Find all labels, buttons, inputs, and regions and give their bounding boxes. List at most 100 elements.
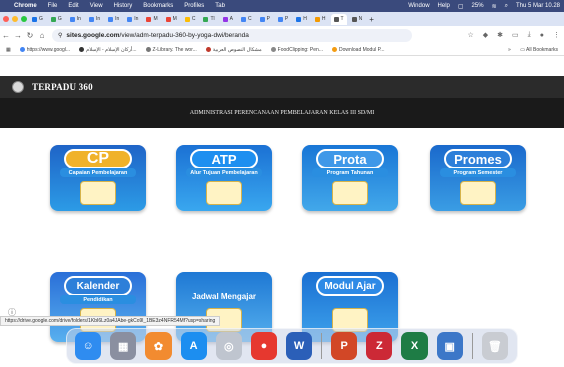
tab-favicon-icon bbox=[184, 16, 190, 22]
site-info-icon[interactable]: ⚲ bbox=[58, 32, 62, 39]
reload-icon[interactable]: ↻ bbox=[24, 31, 36, 40]
card-prota[interactable]: Prota Program Tahunan bbox=[302, 145, 398, 211]
site-banner: ADMINISTRASI PERENCANAAN PEMBELAJARAN KE… bbox=[0, 98, 564, 128]
browser-tab[interactable]: A bbox=[220, 14, 236, 25]
menu-window[interactable]: Window bbox=[408, 3, 429, 9]
bookmark-star-icon[interactable]: ☆ bbox=[467, 31, 473, 39]
menu-bookmarks[interactable]: Bookmarks bbox=[143, 3, 173, 9]
browser-tab[interactable]: G bbox=[48, 14, 65, 25]
back-icon[interactable]: ← bbox=[0, 31, 12, 40]
all-bookmarks-link[interactable]: All Bookmarks bbox=[526, 47, 558, 53]
browser-tab[interactable]: Tl bbox=[200, 14, 217, 25]
excel-icon[interactable]: X bbox=[401, 332, 428, 360]
bookmark-label: https://www.googl... bbox=[26, 46, 71, 53]
safari-icon[interactable]: ◎ bbox=[215, 332, 242, 360]
browser-tab[interactable]: In bbox=[124, 14, 141, 25]
tab-label: In bbox=[134, 16, 139, 22]
tab-label: P bbox=[284, 16, 289, 22]
tab-label: C bbox=[247, 16, 252, 22]
google-favicon-icon bbox=[19, 47, 25, 52]
menu-history[interactable]: History bbox=[114, 3, 133, 9]
bookmark-item[interactable]: FoodClipping: Pen... bbox=[270, 47, 323, 53]
finder-icon[interactable]: ☺ bbox=[75, 332, 102, 360]
browser-tab[interactable]: In bbox=[86, 14, 103, 25]
chrome-icon[interactable]: ● bbox=[250, 332, 278, 360]
bookmark-favicon-icon bbox=[79, 47, 85, 52]
browser-tab[interactable]: G bbox=[29, 14, 46, 25]
menu-tab[interactable]: Tab bbox=[215, 3, 225, 9]
menu-help[interactable]: Help bbox=[438, 3, 450, 9]
menu-view[interactable]: View bbox=[90, 3, 103, 9]
more-menu-icon[interactable]: ⋮ bbox=[553, 31, 560, 39]
card-cp-title: CP bbox=[64, 149, 132, 169]
browser-tab[interactable]: In bbox=[105, 14, 122, 25]
home-icon[interactable]: ⌂ bbox=[36, 31, 48, 40]
menubar-clock[interactable]: Thu 5 Mar 10.28 bbox=[516, 3, 560, 9]
card-promes[interactable]: Promes Program Semester bbox=[430, 145, 526, 211]
word-icon[interactable]: W bbox=[286, 332, 313, 360]
document-illustration-icon bbox=[80, 181, 116, 205]
browser-tab[interactable]: M bbox=[163, 14, 180, 25]
close-window-button[interactable] bbox=[3, 16, 9, 22]
site-title[interactable]: TERPADU 360 bbox=[32, 82, 93, 92]
trash-icon[interactable]: 🗑 bbox=[481, 332, 508, 360]
photos-icon[interactable]: ✿ bbox=[145, 332, 172, 360]
tab-favicon-icon bbox=[222, 16, 228, 22]
bookmark-item[interactable]: مشكال النصوص العربية bbox=[205, 47, 262, 53]
appstore-icon[interactable]: A bbox=[180, 332, 207, 360]
tab-favicon-icon bbox=[203, 16, 209, 22]
browser-tab[interactable]: N bbox=[349, 14, 366, 25]
battery-level[interactable]: 25% bbox=[472, 3, 484, 9]
tab-label: C bbox=[191, 16, 196, 22]
apps-grid-icon[interactable]: ▦ bbox=[6, 47, 11, 53]
card-atp[interactable]: ATP Alur Tujuan Pembelajaran bbox=[176, 145, 272, 211]
minimize-window-button[interactable] bbox=[12, 16, 18, 22]
tab-label: In bbox=[76, 16, 81, 22]
bookmarks-overflow[interactable]: » bbox=[508, 47, 511, 53]
calendar-illustration-icon bbox=[332, 181, 368, 205]
profile-avatar-icon[interactable]: ● bbox=[540, 32, 544, 39]
sidepanel-icon[interactable]: ▭ bbox=[512, 31, 519, 39]
url-bar[interactable]: ⚲ sites.google.com /view/adm-terpadu-360… bbox=[52, 28, 412, 42]
browser-tab[interactable]: C bbox=[182, 14, 199, 25]
tab-favicon-icon bbox=[277, 16, 283, 22]
hover-link-url: https://drive.google.com/drive/folders/1… bbox=[5, 318, 216, 324]
bookmark-item[interactable]: https://www.googl... bbox=[19, 46, 71, 53]
zotero-icon[interactable]: Z bbox=[366, 332, 393, 360]
menu-file[interactable]: File bbox=[48, 3, 58, 9]
menu-profiles[interactable]: Profiles bbox=[184, 3, 204, 9]
browser-tab[interactable]: P bbox=[275, 14, 291, 25]
menu-app-name[interactable]: Chrome bbox=[14, 3, 37, 9]
url-path: /view/adm-terpadu-360-by-yoga-dwi/berand… bbox=[119, 31, 249, 39]
bookmark-item[interactable]: Z-Library. The wor... bbox=[145, 47, 197, 53]
extension-icon[interactable]: ◆ bbox=[483, 31, 488, 39]
powerpoint-icon[interactable]: P bbox=[331, 332, 358, 360]
bookmark-item[interactable]: أركان الإسلام - الإسلام... bbox=[79, 47, 137, 53]
screen-record-icon[interactable]: ▢ bbox=[458, 3, 464, 10]
card-cp[interactable]: CP Capaian Pembelajaran bbox=[50, 145, 146, 211]
site-logo[interactable] bbox=[12, 81, 24, 93]
new-tab-button[interactable]: + bbox=[369, 15, 374, 24]
wifi-icon[interactable]: ≋ bbox=[492, 3, 497, 10]
bookmark-item[interactable]: Download Modul P... bbox=[331, 47, 384, 53]
browser-tab[interactable]: P bbox=[257, 14, 273, 25]
tab-favicon-icon bbox=[88, 16, 94, 22]
map-illustration-icon bbox=[206, 181, 242, 205]
spotlight-icon[interactable]: ⌕ bbox=[505, 3, 508, 10]
browser-tab[interactable]: H bbox=[312, 14, 329, 25]
launchpad-icon[interactable]: ▦ bbox=[110, 332, 137, 360]
zoom-window-button[interactable] bbox=[21, 16, 27, 22]
browser-tab[interactable]: C bbox=[238, 14, 255, 25]
preview-icon[interactable]: ▣ bbox=[436, 332, 463, 360]
extensions-puzzle-icon[interactable]: ✱ bbox=[497, 31, 503, 39]
forward-icon[interactable]: → bbox=[12, 31, 24, 40]
zlibrary-favicon-icon bbox=[145, 47, 151, 52]
dock-separator bbox=[471, 333, 473, 359]
menu-edit[interactable]: Edit bbox=[68, 3, 78, 9]
tab-favicon-icon bbox=[69, 16, 75, 22]
browser-tab[interactable]: In bbox=[67, 14, 84, 25]
browser-tab[interactable]: H bbox=[293, 14, 310, 25]
download-icon[interactable]: ⤓ bbox=[528, 31, 531, 39]
browser-tab[interactable]: T bbox=[330, 13, 347, 25]
browser-tab[interactable]: M bbox=[143, 14, 160, 25]
